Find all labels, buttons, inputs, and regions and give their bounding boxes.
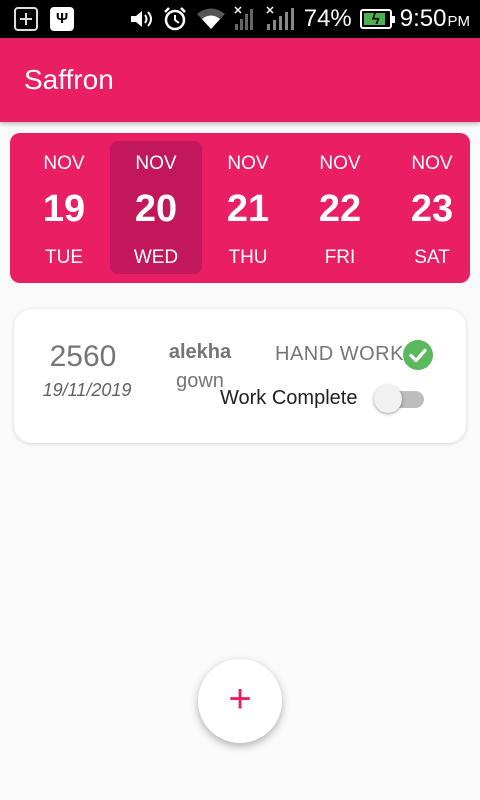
clock-ampm: PM [447, 13, 471, 30]
date-item-nov-19[interactable]: NOV 19 TUE [18, 141, 110, 274]
add-order-button[interactable]: + [198, 659, 282, 743]
date-day: 21 [226, 188, 270, 230]
signal-icon [234, 6, 253, 30]
date-weekday: TUE [45, 247, 83, 268]
clock: 9:50PM [400, 5, 470, 33]
check-circle-icon [403, 340, 433, 370]
customer-name: alekha [168, 341, 232, 363]
date-weekday: FRI [324, 247, 356, 268]
date-item-nov-22[interactable]: NOV 22 FRI [294, 141, 386, 274]
wifi-icon [196, 8, 225, 29]
date-item-nov-23[interactable]: NOV 23 SAT [386, 141, 478, 274]
date-weekday: WED [133, 247, 179, 268]
date-weekday: THU [228, 247, 268, 268]
work-complete-toggle[interactable] [372, 384, 426, 414]
date-day: 23 [410, 188, 454, 230]
add-notification-icon [14, 7, 38, 31]
order-card[interactable]: 2560 19/11/2019 alekha gown HAND WORK Wo… [14, 309, 466, 443]
usb-icon [50, 7, 74, 31]
date-month: NOV [135, 153, 177, 174]
date-month: NOV [319, 153, 361, 174]
date-month: NOV [43, 153, 85, 174]
date-item-nov-21[interactable]: NOV 21 THU [202, 141, 294, 274]
clock-time: 9:50 [399, 5, 447, 32]
date-month: NOV [227, 153, 269, 174]
battery-percent: 74% [303, 5, 352, 32]
status-bar: 74% ϟ 9:50PM [0, 0, 480, 38]
date-day: 20 [134, 188, 178, 230]
order-number: 2560 [49, 340, 117, 373]
date-item-nov-20[interactable]: NOV 20 WED [110, 141, 202, 274]
signal-icon [266, 6, 294, 30]
alarm-icon [163, 7, 186, 31]
toggle-thumb [374, 385, 402, 413]
app-bar: Saffron [0, 38, 480, 122]
plus-icon: + [228, 677, 252, 721]
volume-icon [130, 11, 152, 27]
date-month: NOV [411, 153, 453, 174]
work-type-label: HAND WORK [275, 343, 404, 365]
work-complete-label: Work Complete [220, 387, 358, 409]
date-weekday: SAT [414, 247, 450, 268]
date-day: 19 [42, 188, 86, 230]
app-title: Saffron [24, 64, 114, 95]
date-day: 22 [318, 188, 362, 230]
date-picker-strip: NOV 19 TUE NOV 20 WED NOV 21 THU NOV 22 … [10, 133, 470, 283]
battery-charging-icon: ϟ [359, 9, 395, 29]
